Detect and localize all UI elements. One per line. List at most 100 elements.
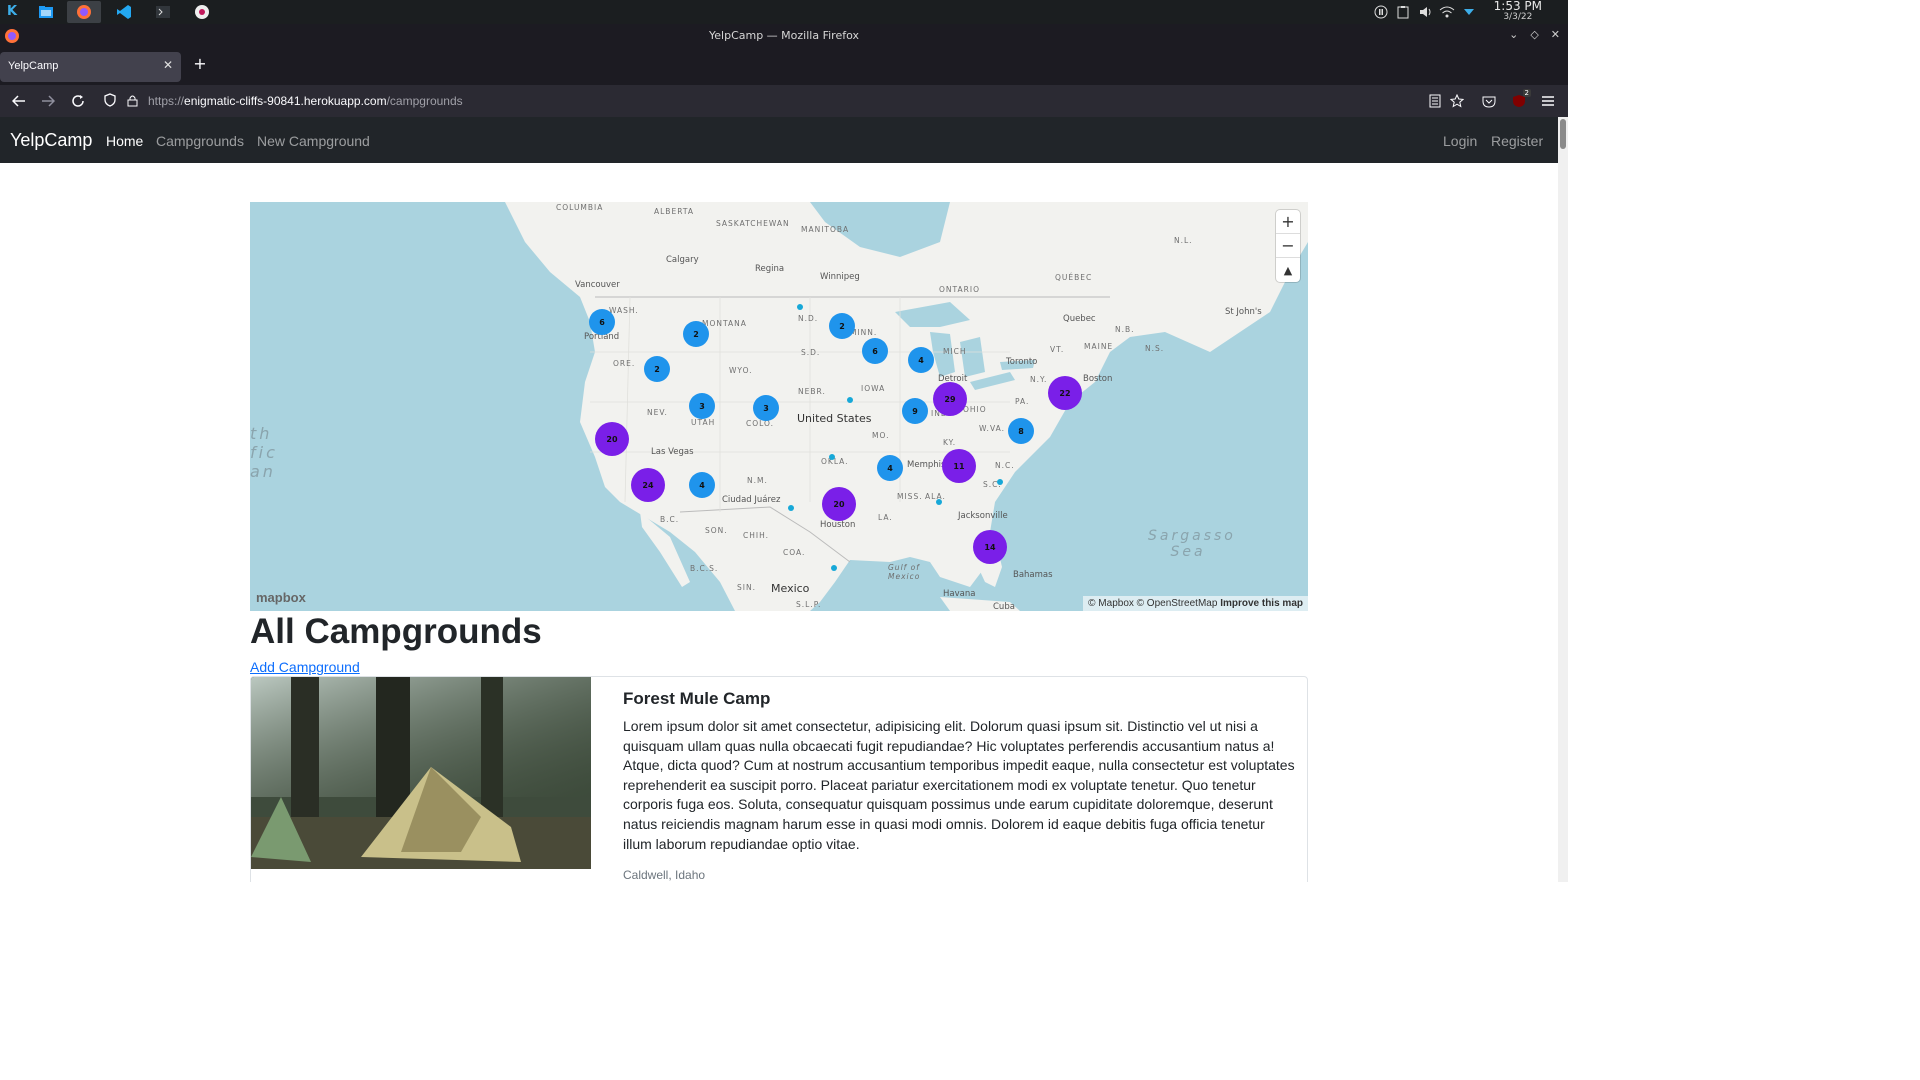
map-cluster[interactable]: 2	[644, 356, 670, 382]
tab-title: YelpCamp	[8, 60, 59, 72]
map-label: MO.	[872, 431, 890, 440]
cluster-map[interactable]: COLUMBIA ALBERTA SASKATCHEWAN MANITOBA O…	[250, 202, 1308, 611]
map-label: Toronto	[1006, 357, 1038, 367]
map-label: N.L.	[1174, 236, 1193, 245]
kde-launcher-icon[interactable]: K	[4, 4, 20, 20]
url-text: https://enigmatic-cliffs-90841.herokuapp…	[148, 94, 463, 108]
map-label: SASKATCHEWAN	[716, 219, 790, 228]
map-cluster[interactable]: 6	[862, 338, 888, 364]
clock[interactable]: 1:53 PM 3/3/22	[1494, 0, 1542, 23]
map-label: Ciudad Juárez	[722, 495, 781, 505]
zoom-in-button[interactable]: +	[1276, 210, 1300, 234]
close-tab-icon[interactable]: ✕	[163, 58, 173, 72]
map-label: MAINE	[1084, 342, 1114, 351]
campground-point[interactable]	[829, 454, 835, 460]
terminal-app-icon[interactable]	[146, 1, 180, 23]
zoom-out-button[interactable]: −	[1276, 234, 1300, 258]
tray-expand-icon[interactable]	[1461, 4, 1477, 20]
map-cluster[interactable]: 20	[595, 422, 629, 456]
nav-link-register[interactable]: Register	[1491, 133, 1543, 149]
map-cluster[interactable]: 4	[877, 455, 903, 481]
nav-link-home[interactable]: Home	[106, 133, 143, 149]
ublock-extension-icon[interactable]: 2	[1511, 89, 1531, 109]
map-cluster[interactable]: 4	[908, 347, 934, 373]
compass-reset-button[interactable]: ▲	[1276, 258, 1300, 282]
map-label: UTAH	[691, 418, 716, 427]
map-label: NEV.	[647, 408, 668, 417]
mapbox-logo[interactable]: mapbox	[256, 590, 306, 605]
campground-point[interactable]	[831, 565, 837, 571]
map-cluster[interactable]: 3	[753, 395, 779, 421]
window-title: YelpCamp — Mozilla Firefox	[709, 29, 859, 42]
map-label: Vancouver	[575, 280, 620, 290]
map-cluster[interactable]: 9	[902, 398, 928, 424]
new-tab-icon[interactable]: +	[192, 56, 208, 72]
map-cluster[interactable]: 14	[973, 530, 1007, 564]
campground-point[interactable]	[788, 505, 794, 511]
page-scrollbar[interactable]	[1558, 117, 1568, 882]
map-cluster[interactable]: 24	[631, 468, 665, 502]
map-cluster[interactable]: 22	[1048, 376, 1082, 410]
map-label: SIN.	[737, 583, 756, 592]
campground-title: Forest Mule Camp	[623, 689, 771, 708]
url-bar[interactable]: https://enigmatic-cliffs-90841.herokuapp…	[96, 88, 1416, 114]
campground-point[interactable]	[936, 499, 942, 505]
map-cluster[interactable]: 8	[1008, 418, 1034, 444]
map-label: Boston	[1083, 374, 1113, 384]
scrollbar-thumb[interactable]	[1560, 119, 1566, 149]
reload-icon[interactable]	[70, 93, 86, 109]
back-icon[interactable]	[11, 93, 27, 109]
reader-view-icon[interactable]	[1427, 93, 1443, 109]
bookmark-star-icon[interactable]	[1449, 93, 1465, 109]
minimize-icon[interactable]: ⌄	[1509, 28, 1518, 41]
campground-point[interactable]	[997, 479, 1003, 485]
wifi-icon[interactable]	[1439, 4, 1455, 20]
nav-link-login[interactable]: Login	[1443, 133, 1477, 149]
nav-link-campgrounds[interactable]: Campgrounds	[156, 133, 244, 149]
map-label: LA.	[878, 513, 893, 522]
obs-app-icon[interactable]	[185, 1, 219, 23]
hamburger-menu-icon[interactable]	[1540, 93, 1556, 109]
map-label: N.M.	[747, 476, 768, 485]
campground-point[interactable]	[847, 397, 853, 403]
map-label: Gulf of Mexico	[888, 563, 921, 581]
map-cluster[interactable]: 3	[689, 393, 715, 419]
pocket-icon[interactable]	[1481, 93, 1497, 109]
improve-map-link[interactable]: Improve this map	[1220, 598, 1303, 609]
attribution-text[interactable]: © Mapbox © OpenStreetMap	[1088, 598, 1217, 609]
map-cluster[interactable]: 2	[829, 313, 855, 339]
clock-date: 3/3/22	[1503, 12, 1533, 22]
tracking-shield-icon[interactable]	[102, 92, 118, 108]
tab-yelpcamp[interactable]: YelpCamp ✕	[0, 52, 181, 82]
map-cluster[interactable]: 6	[589, 309, 615, 335]
pause-icon[interactable]	[1373, 4, 1389, 20]
forward-icon[interactable]	[40, 93, 56, 109]
add-campground-link[interactable]: Add Campground	[250, 659, 360, 675]
map-label: N.S.	[1145, 344, 1165, 353]
map-cluster[interactable]: 20	[822, 487, 856, 521]
volume-icon[interactable]	[1417, 4, 1433, 20]
lock-icon[interactable]	[124, 92, 140, 108]
files-app-icon[interactable]	[29, 1, 63, 23]
map-cluster[interactable]: 29	[933, 382, 967, 416]
site-brand[interactable]: YelpCamp	[10, 130, 92, 151]
maximize-icon[interactable]: ◇	[1530, 28, 1538, 41]
campground-point[interactable]	[797, 304, 803, 310]
map-label: CHIH.	[743, 531, 769, 540]
map-label: MICH	[943, 347, 967, 356]
map-cluster[interactable]: 2	[683, 321, 709, 347]
tab-strip: YelpCamp ✕ +	[0, 48, 1568, 85]
map-label: MISS.	[897, 492, 923, 501]
close-window-icon[interactable]: ✕	[1551, 28, 1560, 41]
map-label: United States	[797, 412, 872, 425]
map-label: S.D.	[801, 348, 821, 357]
site-navbar: YelpCamp Home Campgrounds New Campground…	[0, 117, 1558, 163]
clipboard-icon[interactable]	[1395, 4, 1411, 20]
campground-description: Lorem ipsum dolor sit amet consectetur, …	[623, 718, 1295, 852]
map-cluster[interactable]: 11	[942, 449, 976, 483]
vscode-app-icon[interactable]	[107, 1, 141, 23]
firefox-app-icon[interactable]	[67, 1, 101, 23]
map-label: VT.	[1050, 345, 1065, 354]
nav-link-new-campground[interactable]: New Campground	[257, 133, 370, 149]
map-cluster[interactable]: 4	[689, 472, 715, 498]
